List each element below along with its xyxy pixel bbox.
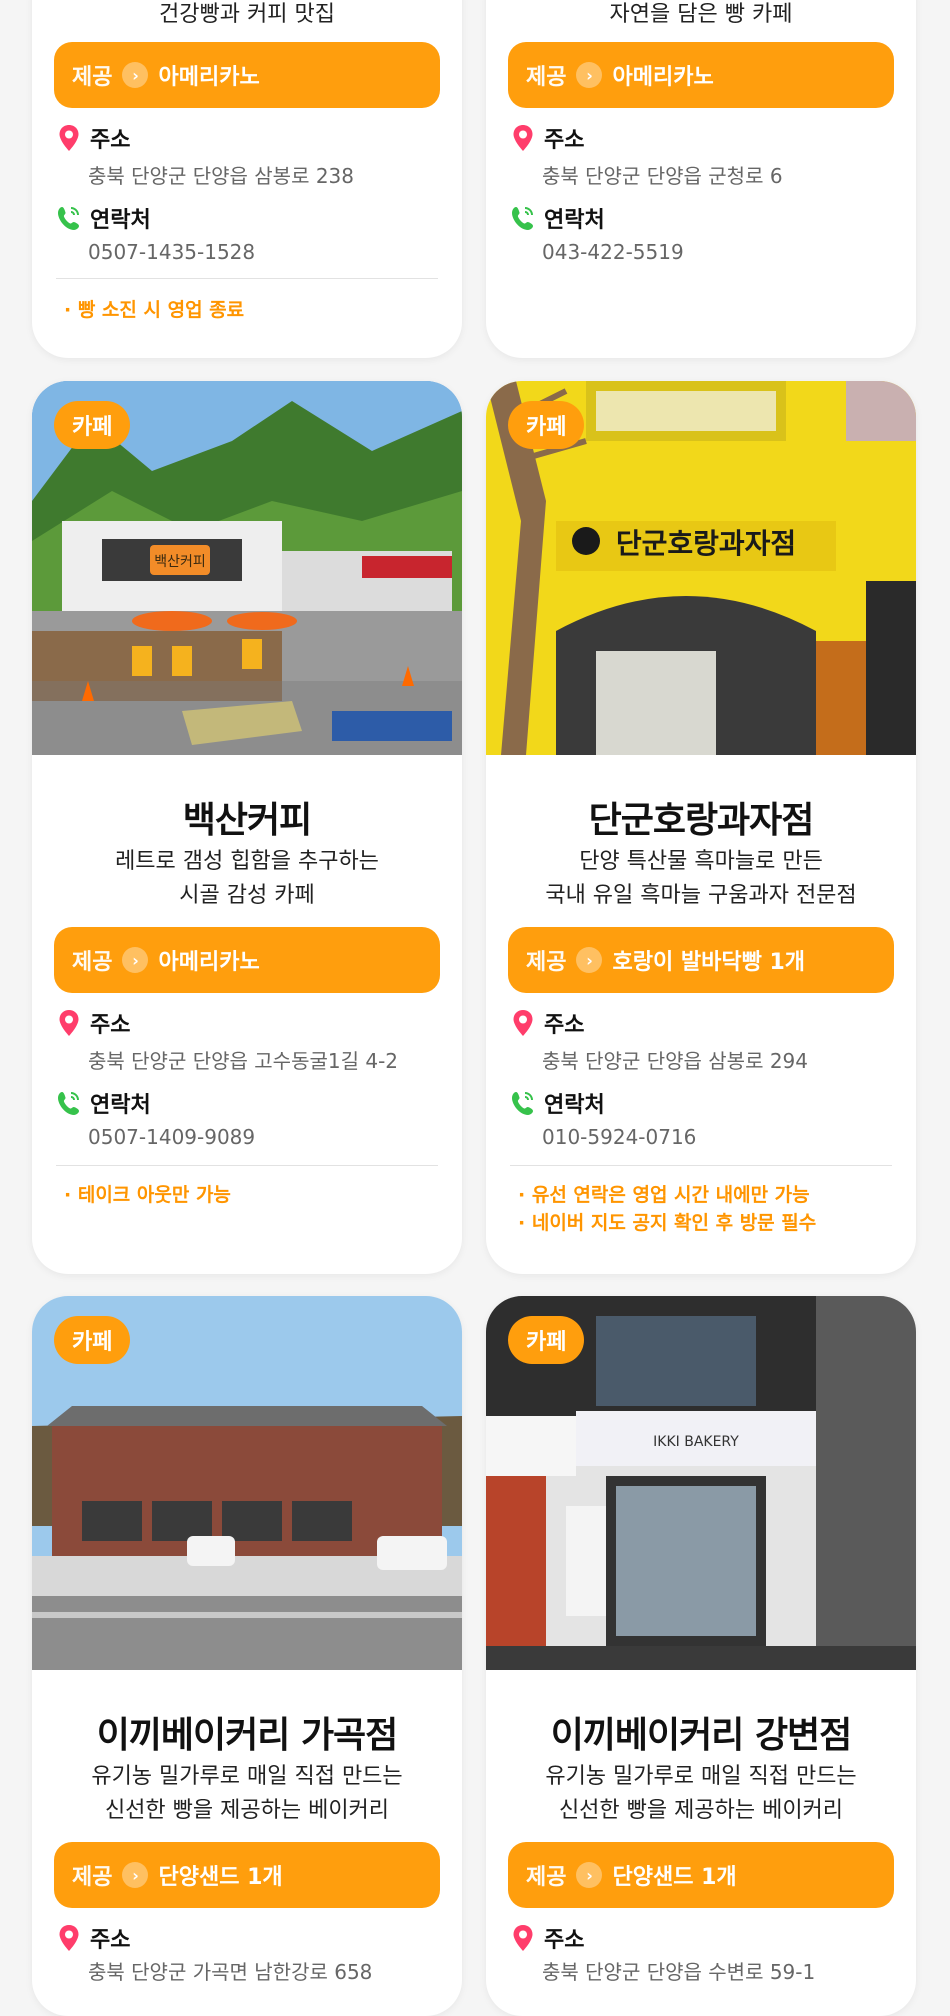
shop-description-line: 단양 특산물 흑마늘로 만든 (579, 849, 823, 874)
offer-label: 제공 (526, 950, 567, 975)
shop-card[interactable]: 건강빵과 커피 맛집 제공 › 아메리카노 주소 충북 단양군 단양읍 삼봉로 … (32, 0, 462, 358)
category-badge: 카페 (508, 401, 585, 449)
address-heading: 주소 (56, 122, 130, 154)
location-pin-icon (59, 1925, 79, 1951)
offer-button[interactable]: 제공 › 단양샌드 1개 (508, 1842, 894, 1908)
chevron-right-icon: › (576, 62, 603, 88)
address-label: 주소 (544, 1928, 585, 1953)
offer-item: 아메리카노 (158, 950, 260, 975)
shop-description-line: 유기농 밀가루로 매일 직접 만드는 (91, 1764, 403, 1789)
contact-label: 연락처 (90, 1093, 151, 1118)
location-pin-icon (513, 125, 533, 151)
offer-button[interactable]: 제공 › 호랑이 발바닥빵 1개 (508, 927, 894, 993)
location-pin-icon (513, 1010, 533, 1036)
contact-value[interactable]: 0507-1435-1528 (88, 240, 255, 264)
note-line: · 테이크 아웃만 가능 (64, 1184, 231, 1206)
contact-heading: 연락처 (56, 202, 151, 234)
address-value: 충북 단양군 단양읍 수변로 59-1 (542, 1960, 816, 1984)
category-badge: 카페 (508, 1316, 585, 1364)
contact-label: 연락처 (90, 208, 151, 233)
offer-item: 아메리카노 (158, 65, 260, 90)
divider (510, 1165, 892, 1166)
divider (56, 1165, 438, 1166)
shop-card[interactable]: 카페 이끼베이커리 가곡점 유기농 밀가루로 매일 직접 만드는 신선한 빵을 … (32, 1296, 462, 2016)
offer-button[interactable]: 제공 › 아메리카노 (508, 42, 894, 108)
shop-sign-text: 백산커피 (154, 554, 206, 570)
shop-card[interactable]: 백산커피 카페 백산커피 레트로 갬성 힙함을 추구하는 시골 감성 카페 제공… (32, 381, 462, 1274)
offer-button[interactable]: 제공 › 아메리카노 (54, 42, 440, 108)
offer-item: 호랑이 발바닥빵 1개 (612, 950, 806, 975)
offer-button[interactable]: 제공 › 아메리카노 (54, 927, 440, 993)
shop-card[interactable]: IKKI BAKERY 카페 이끼베이커리 강변점 유기농 밀가루로 매일 직접… (486, 1296, 916, 2016)
offer-label: 제공 (72, 65, 113, 90)
address-value: 충북 단양군 단양읍 군청로 6 (542, 164, 783, 188)
location-pin-icon (59, 125, 79, 151)
category-badge: 카페 (54, 401, 131, 449)
shop-description: 건강빵과 커피 맛집 (159, 2, 335, 27)
address-value: 충북 단양군 단양읍 삼봉로 294 (542, 1049, 809, 1073)
address-label: 주소 (544, 128, 585, 153)
phone-icon (58, 1092, 79, 1115)
address-label: 주소 (544, 1013, 585, 1038)
address-heading: 주소 (56, 1922, 130, 1954)
note-line: · 유선 연락은 영업 시간 내에만 가능 (518, 1184, 810, 1206)
shop-description-line: 국내 유일 흑마늘 구움과자 전문점 (545, 883, 857, 908)
address-label: 주소 (90, 128, 131, 153)
shop-description-line: 레트로 갬성 힙함을 추구하는 (115, 849, 379, 874)
category-badge: 카페 (54, 1316, 131, 1364)
offer-item: 아메리카노 (612, 65, 714, 90)
shop-name: 이끼베이커리 가곡점 (96, 1715, 399, 1756)
contact-heading: 연락처 (56, 1087, 151, 1119)
offer-label: 제공 (72, 1865, 113, 1890)
shop-name: 백산커피 (182, 800, 312, 841)
address-value: 충북 단양군 단양읍 고수동굴1길 4-2 (88, 1049, 399, 1073)
offer-label: 제공 (526, 1865, 567, 1890)
shop-name: 단군호랑과자점 (588, 800, 815, 841)
chevron-right-icon: › (122, 947, 149, 973)
location-pin-icon (513, 1925, 533, 1951)
address-label: 주소 (90, 1928, 131, 1953)
shop-description-line: 신선한 빵을 제공하는 베이커리 (558, 1798, 844, 1823)
shop-card[interactable]: 단군호랑과자점 카페 단군호랑과자점 단양 특산물 흑마늘로 만든 국내 유일 … (486, 381, 916, 1274)
address-heading: 주소 (56, 1007, 130, 1039)
address-value: 충북 단양군 단양읍 삼봉로 238 (88, 164, 355, 188)
offer-item: 단양샌드 1개 (158, 1865, 283, 1890)
phone-icon (58, 207, 79, 230)
offer-label: 제공 (72, 950, 113, 975)
offer-button[interactable]: 제공 › 단양샌드 1개 (54, 1842, 440, 1908)
shop-sign-text: 단군호랑과자점 (616, 527, 796, 560)
contact-label: 연락처 (544, 208, 605, 233)
location-pin-icon (59, 1010, 79, 1036)
shop-description: 자연을 담은 빵 카페 (609, 2, 793, 27)
shop-card[interactable]: 자연을 담은 빵 카페 제공 › 아메리카노 주소 충북 단양군 단양읍 군청로… (486, 0, 916, 358)
note-line: · 빵 소진 시 영업 종료 (64, 299, 245, 321)
address-heading: 주소 (510, 122, 584, 154)
chevron-right-icon: › (576, 1862, 603, 1888)
shop-description-line: 신선한 빵을 제공하는 베이커리 (104, 1798, 390, 1823)
offer-item: 단양샌드 1개 (612, 1865, 737, 1890)
chevron-right-icon: › (576, 947, 603, 973)
contact-value[interactable]: 0507-1409-9089 (88, 1125, 255, 1149)
offer-label: 제공 (526, 65, 567, 90)
contact-label: 연락처 (544, 1093, 605, 1118)
chevron-right-icon: › (122, 1862, 149, 1888)
address-heading: 주소 (510, 1922, 584, 1954)
contact-heading: 연락처 (510, 202, 605, 234)
address-label: 주소 (90, 1013, 131, 1038)
phone-icon (512, 207, 533, 230)
contact-heading: 연락처 (510, 1087, 605, 1119)
contact-value[interactable]: 043-422-5519 (542, 240, 684, 264)
phone-icon (512, 1092, 533, 1115)
address-heading: 주소 (510, 1007, 584, 1039)
shop-description-line: 시골 감성 카페 (179, 883, 315, 908)
chevron-right-icon: › (122, 62, 149, 88)
shop-sign-text: IKKI BAKERY (653, 1434, 739, 1450)
shop-name: 이끼베이커리 강변점 (550, 1715, 853, 1756)
note-line: · 네이버 지도 공지 확인 후 방문 필수 (518, 1212, 817, 1234)
divider (56, 278, 438, 279)
contact-value[interactable]: 010-5924-0716 (542, 1125, 696, 1149)
shop-description-line: 유기농 밀가루로 매일 직접 만드는 (545, 1764, 857, 1789)
address-value: 충북 단양군 가곡면 남한강로 658 (88, 1960, 373, 1984)
